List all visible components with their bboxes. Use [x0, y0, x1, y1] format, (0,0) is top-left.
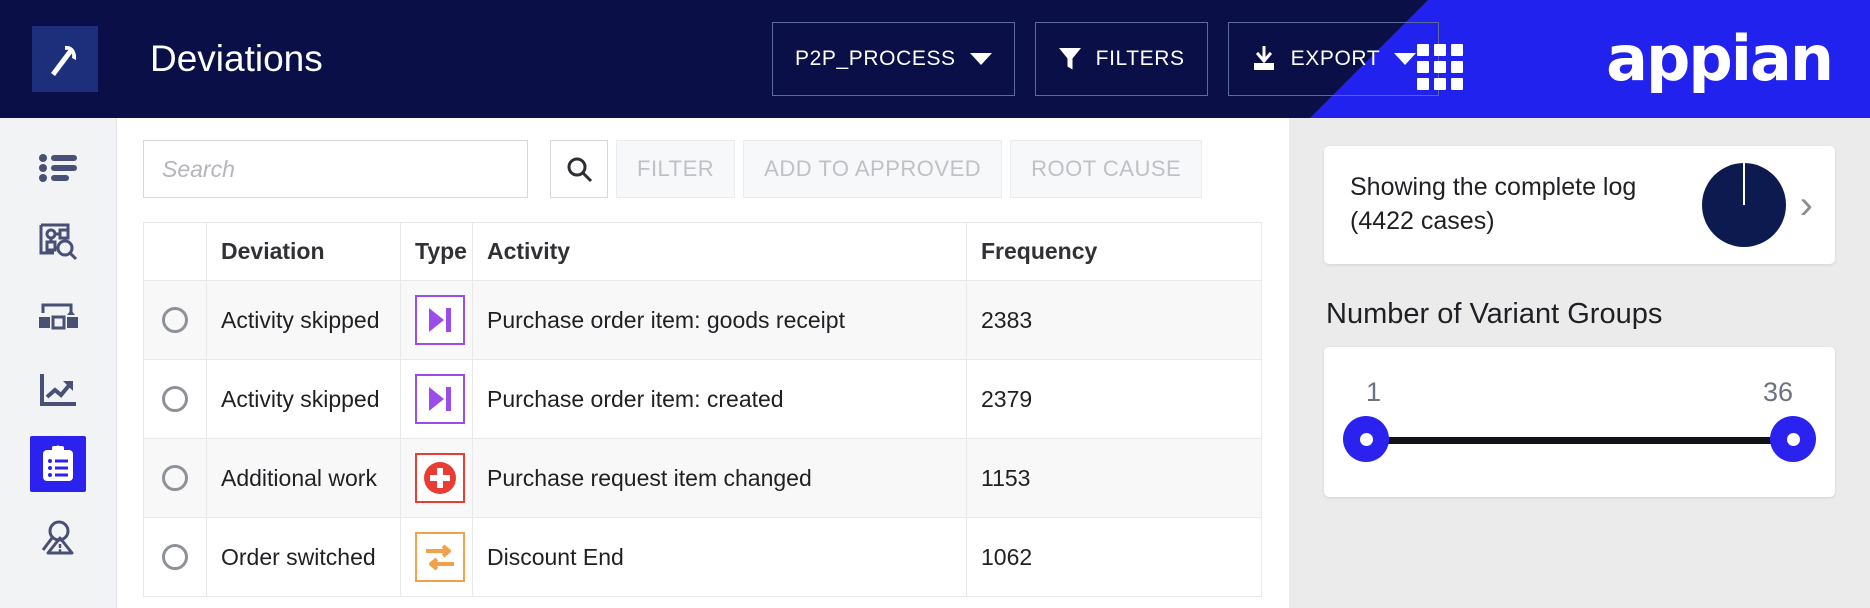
cell-frequency: 1153	[966, 438, 1262, 518]
search-submit-button[interactable]	[550, 140, 608, 198]
header-controls: P2P_PROCESS FILTERS EXPORT	[772, 22, 1440, 96]
root-cause-button[interactable]: ROOT CAUSE	[1010, 140, 1203, 198]
skip-forward-icon	[415, 374, 465, 424]
cell-activity: Purchase order item: goods receipt	[472, 280, 967, 360]
process-selector-dropdown[interactable]: P2P_PROCESS	[772, 22, 1015, 96]
table-toolbar: FILTER ADD TO APPROVED ROOT CAUSE	[143, 140, 1289, 198]
row-radio-button[interactable]	[162, 465, 188, 491]
column-header-type[interactable]: Type	[400, 222, 473, 281]
cell-deviation: Activity skipped	[206, 359, 401, 439]
pickaxe-icon	[51, 45, 77, 76]
cell-frequency: 2383	[966, 280, 1262, 360]
variant-groups-range-slider[interactable]	[1343, 416, 1816, 466]
apps-grid-icon[interactable]	[1417, 44, 1463, 90]
filter-button[interactable]: FILTER	[616, 140, 736, 198]
sidebar-item-root-cause[interactable]	[30, 510, 86, 566]
app-pickaxe-icon[interactable]	[32, 26, 98, 92]
sidebar-item-list[interactable]	[30, 140, 86, 196]
row-select-cell	[143, 359, 207, 439]
download-icon	[1253, 46, 1274, 70]
process-selector-label: P2P_PROCESS	[795, 47, 956, 70]
column-header-deviation[interactable]: Deviation	[206, 222, 401, 281]
cell-deviation: Order switched	[206, 517, 401, 597]
row-select-cell	[143, 438, 207, 518]
process-search-icon	[39, 223, 78, 261]
cell-type	[400, 280, 473, 360]
column-header-frequency[interactable]: Frequency	[966, 222, 1262, 281]
skip-forward-glyph	[429, 308, 451, 332]
slider-value-labels: 1 36	[1366, 377, 1793, 408]
table-body: Activity skipped Purchase order item: go…	[143, 280, 1262, 597]
table-row[interactable]: Activity skipped Purchase order item: cr…	[143, 359, 1262, 439]
chevron-right-icon[interactable]: ›	[1800, 185, 1813, 225]
column-header-activity[interactable]: Activity	[472, 222, 967, 281]
cell-activity: Purchase request item changed	[472, 438, 967, 518]
table-header-row: Deviation Type Activity Frequency	[143, 222, 1262, 281]
left-sidebar	[0, 118, 117, 608]
filters-label: FILTERS	[1095, 47, 1185, 70]
variant-groups-slider-card: 1 36	[1324, 347, 1835, 497]
add-to-approved-button[interactable]: ADD TO APPROVED	[743, 140, 1003, 198]
funnel-icon	[1058, 48, 1081, 70]
table-header: Deviation Type Activity Frequency	[143, 222, 1262, 281]
slider-handle-min[interactable]	[1343, 416, 1389, 462]
row-radio-button[interactable]	[162, 307, 188, 333]
app-root: appian Deviations P2P_PROCESS FILTERS EX…	[0, 0, 1870, 608]
cell-frequency: 1062	[966, 517, 1262, 597]
top-header-bar: appian Deviations P2P_PROCESS FILTERS EX…	[0, 0, 1870, 118]
complete-log-text: Showing the complete log (4422 cases)	[1350, 173, 1637, 235]
sidebar-item-deviations[interactable]	[30, 436, 86, 492]
sidebar-item-analytics[interactable]	[30, 362, 86, 418]
search-field-wrapper	[143, 140, 528, 198]
chevron-down-icon	[1394, 53, 1417, 65]
page-title: Deviations	[150, 38, 323, 79]
plus-circle-icon	[415, 453, 465, 503]
deviations-table: Deviation Type Activity Frequency Activi…	[143, 222, 1262, 597]
skip-forward-icon	[415, 295, 465, 345]
cell-type	[400, 359, 473, 439]
swap-arrows-glyph	[426, 544, 454, 571]
row-select-cell	[143, 280, 207, 360]
row-select-cell	[143, 517, 207, 597]
row-radio-button[interactable]	[162, 544, 188, 570]
clipboard-list-icon	[43, 445, 73, 481]
row-radio-button[interactable]	[162, 386, 188, 412]
table-row[interactable]: Order switched Discount End 1062	[143, 517, 1262, 597]
cell-deviation: Additional work	[206, 438, 401, 518]
table-row[interactable]: Additional work Purchase request item ch…	[143, 438, 1262, 518]
right-side-panel: Showing the complete log (4422 cases) › …	[1289, 118, 1870, 608]
slider-rail	[1366, 437, 1793, 444]
cell-type	[400, 517, 473, 597]
cell-type	[400, 438, 473, 518]
appian-logo: appian	[1606, 22, 1834, 95]
main-content: FILTER ADD TO APPROVED ROOT CAUSE Deviat…	[117, 118, 1289, 608]
list-icon	[39, 154, 77, 182]
trending-up-chart-icon	[40, 374, 76, 406]
swap-arrows-icon	[415, 532, 465, 582]
table-row[interactable]: Activity skipped Purchase order item: go…	[143, 280, 1262, 360]
slider-handle-max[interactable]	[1770, 416, 1816, 462]
plus-circle-glyph	[424, 462, 456, 494]
skip-forward-glyph	[429, 387, 451, 411]
full-pie-chart-icon	[1701, 163, 1786, 247]
sidebar-item-process-map[interactable]	[30, 288, 86, 344]
process-map-icon	[39, 303, 78, 330]
complete-log-card[interactable]: Showing the complete log (4422 cases) ›	[1324, 146, 1835, 264]
variant-groups-title: Number of Variant Groups	[1326, 298, 1663, 330]
sidebar-item-process-discovery[interactable]	[30, 214, 86, 270]
slider-max-label: 36	[1762, 377, 1793, 407]
cell-frequency: 2379	[966, 359, 1262, 439]
search-icon	[567, 157, 593, 183]
search-input[interactable]	[143, 140, 528, 198]
column-header-select	[143, 222, 207, 281]
export-label: EXPORT	[1290, 47, 1381, 70]
cell-deviation: Activity skipped	[206, 280, 401, 360]
chevron-down-icon	[969, 53, 992, 65]
cell-activity: Discount End	[472, 517, 967, 597]
export-button[interactable]: EXPORT	[1227, 22, 1440, 96]
magnifier-warning-icon	[41, 520, 74, 555]
filters-button[interactable]: FILTERS	[1034, 22, 1208, 96]
cell-activity: Purchase order item: created	[472, 359, 967, 439]
slider-min-label: 1	[1366, 377, 1382, 407]
